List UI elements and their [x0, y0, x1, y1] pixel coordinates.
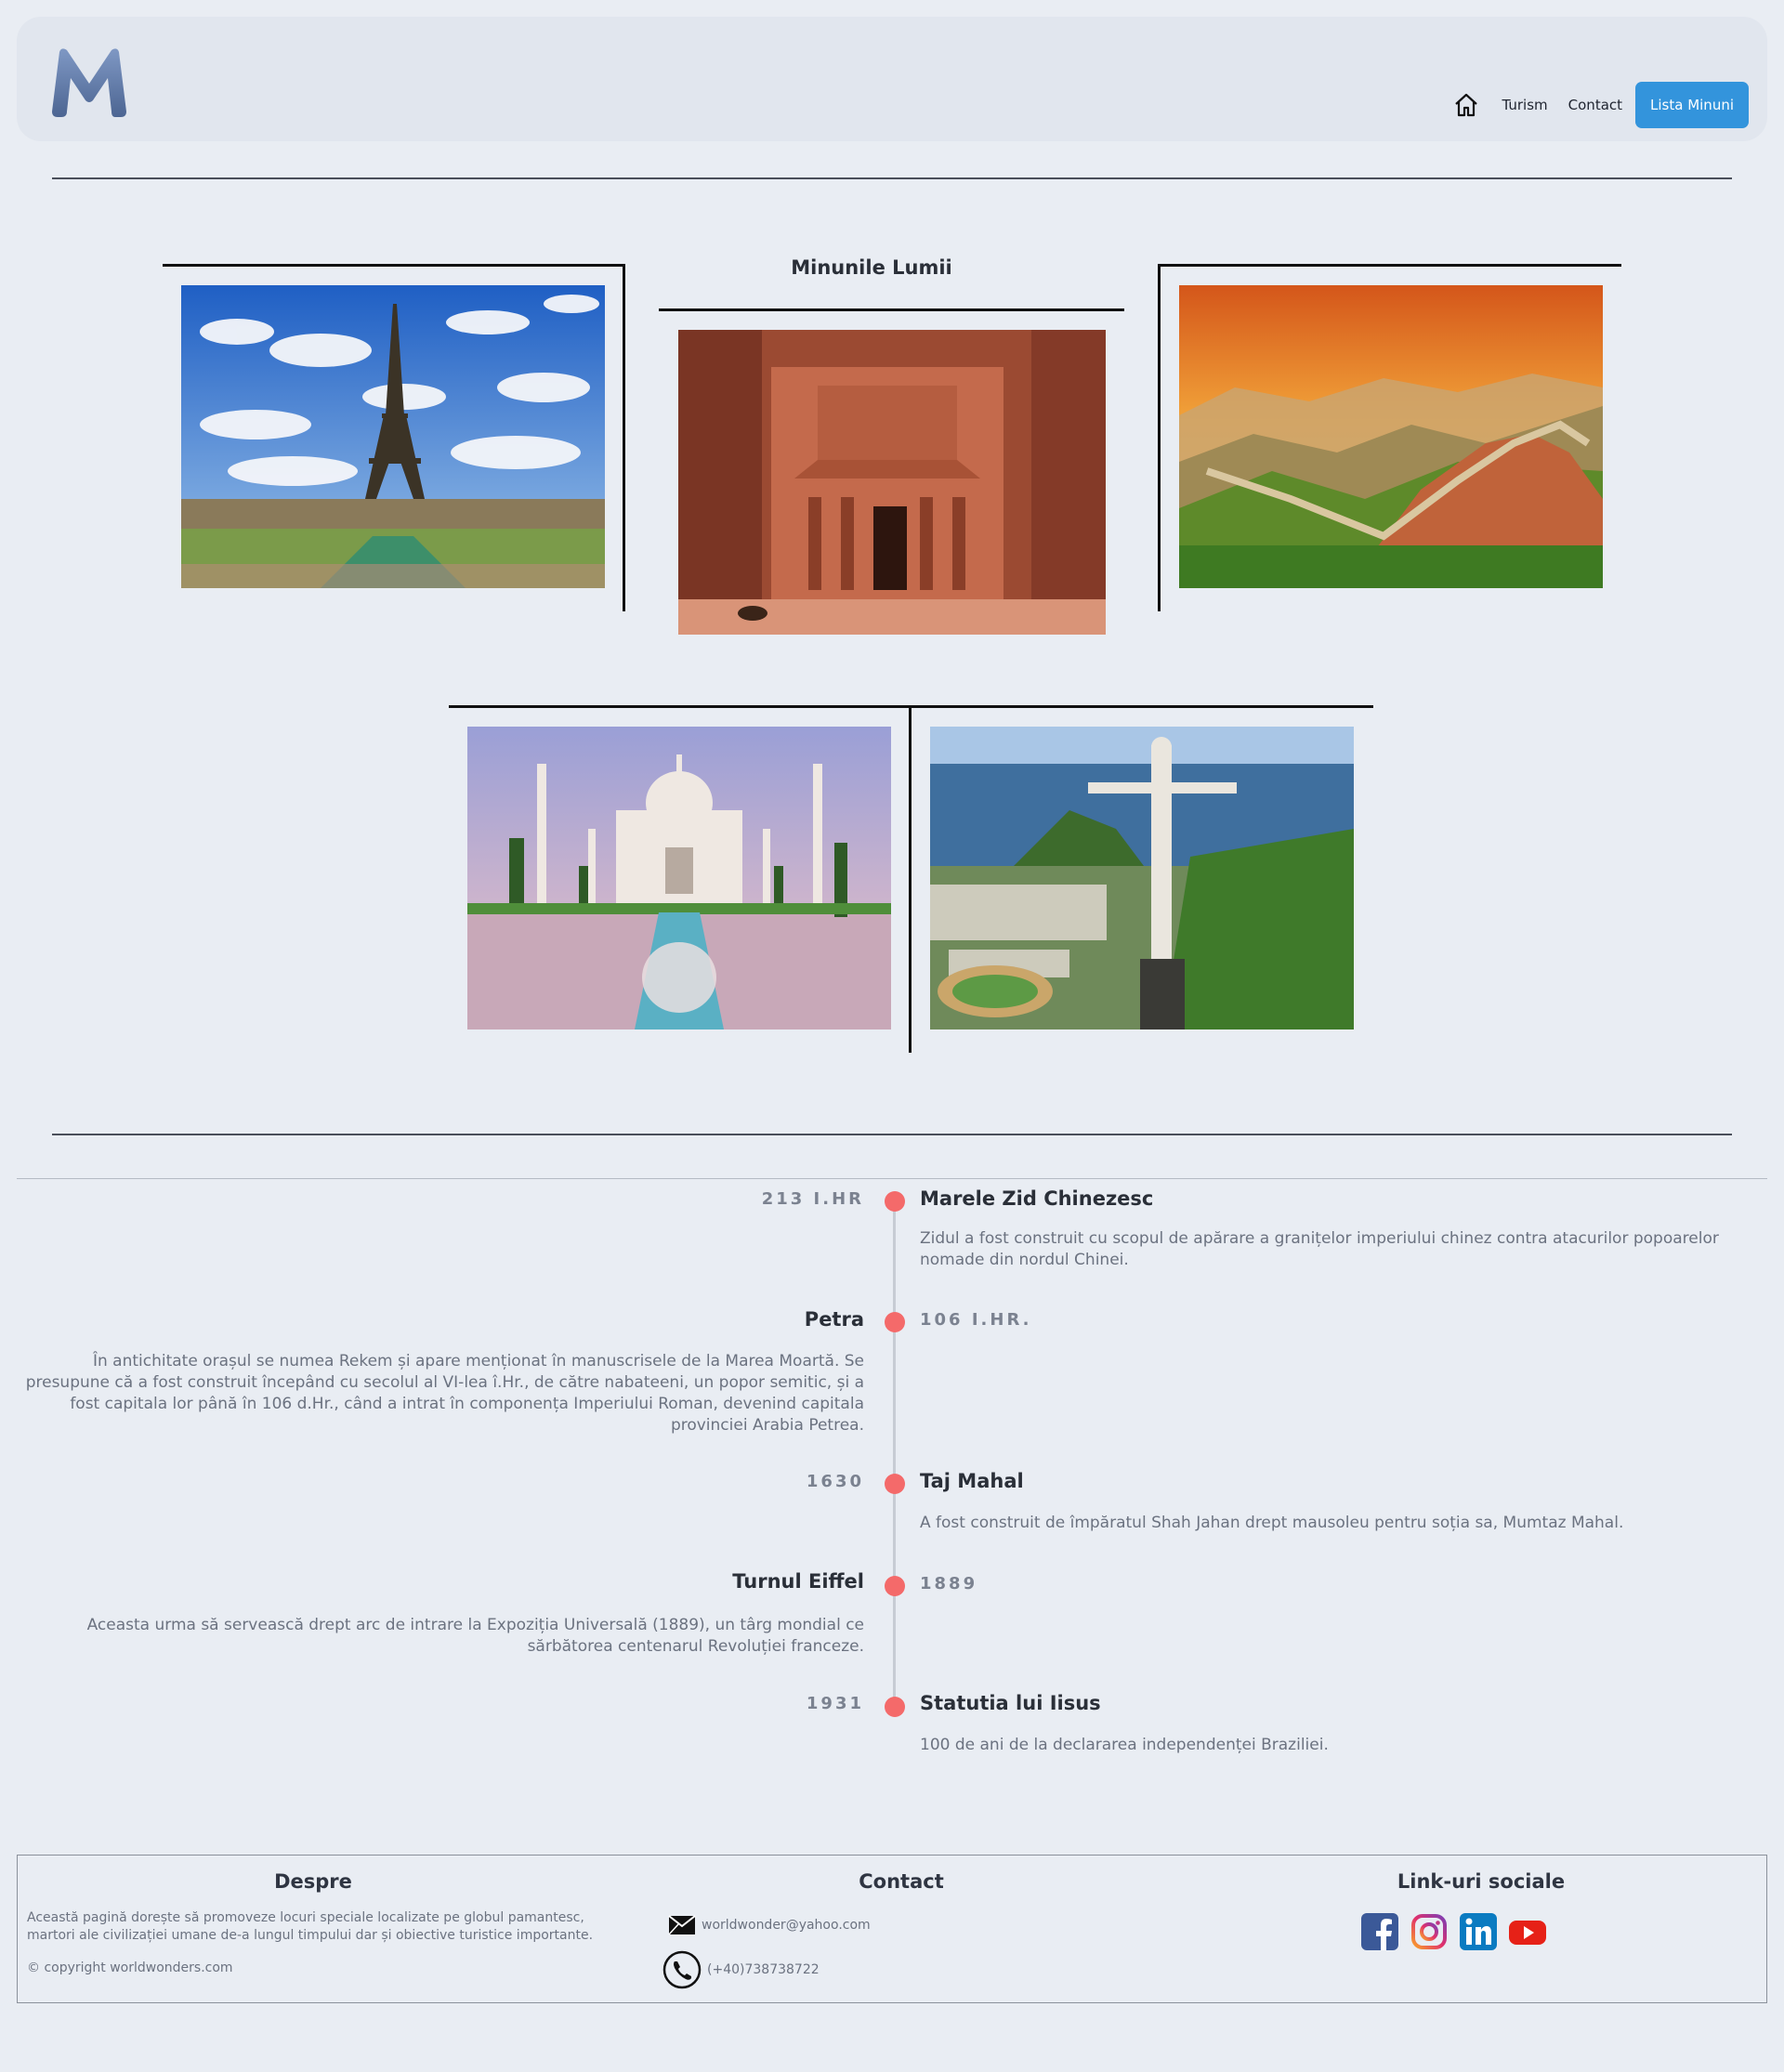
frame-line	[1158, 264, 1621, 267]
divider-top	[52, 177, 1732, 179]
timeline-date: 106 I.HR.	[920, 1310, 1032, 1330]
timeline-dot	[885, 1191, 905, 1212]
footer-social-title: Link-uri sociale	[1397, 1870, 1566, 1893]
christ-the-redeemer-photo[interactable]	[930, 727, 1354, 1029]
site-header: Turism Contact Lista Minuni	[17, 17, 1767, 141]
lista-minuni-button[interactable]: Lista Minuni	[1635, 82, 1749, 128]
timeline-text: Aceasta urma să servească drept arc de i…	[86, 1616, 864, 1656]
timeline-text: A fost construit de împăratul Shah Jahan…	[920, 1514, 1624, 1532]
footer-phone-row[interactable]: (+40)738738722	[662, 1950, 820, 1989]
timeline-title: Turnul Eiffel	[732, 1570, 864, 1593]
footer-email[interactable]: worldwonder@yahoo.com	[702, 1918, 871, 1933]
timeline-dot	[885, 1697, 905, 1717]
footer-contact-title: Contact	[859, 1870, 944, 1893]
petra-photo[interactable]	[678, 330, 1106, 635]
timeline-dot	[885, 1312, 905, 1332]
timeline-dot	[885, 1576, 905, 1596]
timeline-axis	[893, 1193, 896, 1710]
timeline-top-line	[17, 1178, 1767, 1179]
timeline-date: 213 I.HR	[761, 1189, 864, 1209]
timeline-date: 1889	[920, 1574, 978, 1593]
site-footer: Despre Această pagină dorește să promove…	[17, 1855, 1767, 2003]
nav-contact-link[interactable]: Contact	[1568, 97, 1622, 113]
home-icon[interactable]	[1450, 89, 1482, 121]
frame-line	[659, 308, 1124, 311]
social-links	[1361, 1913, 1546, 1950]
frame-line	[1158, 264, 1161, 611]
divider-bottom	[52, 1134, 1732, 1135]
footer-about-text: Această pagină dorește să promoveze locu…	[27, 1910, 594, 1943]
frame-line	[909, 705, 912, 1053]
instagram-icon[interactable]	[1410, 1913, 1448, 1950]
frame-line	[623, 264, 625, 611]
phone-icon	[662, 1950, 702, 1989]
great-wall-photo[interactable]	[1179, 285, 1603, 588]
site-logo[interactable]	[48, 45, 130, 119]
timeline-title: Marele Zid Chinezesc	[920, 1187, 1154, 1210]
taj-mahal-photo[interactable]	[467, 727, 891, 1029]
timeline-date: 1630	[806, 1472, 864, 1491]
timeline-text: Zidul a fost construit cu scopul de apăr…	[920, 1229, 1719, 1269]
main-nav: Turism Contact Lista Minuni	[1450, 82, 1749, 128]
frame-line	[163, 264, 625, 267]
timeline-title: Statutia lui Iisus	[920, 1692, 1101, 1714]
timeline-title: Taj Mahal	[920, 1470, 1024, 1492]
nav-turism-link[interactable]: Turism	[1502, 97, 1548, 113]
linkedin-icon[interactable]	[1460, 1913, 1497, 1950]
youtube-icon[interactable]	[1509, 1913, 1546, 1950]
gallery-title: Minunile Lumii	[791, 256, 952, 279]
footer-email-row[interactable]: worldwonder@yahoo.com	[668, 1915, 871, 1935]
timeline-dot	[885, 1474, 905, 1494]
timeline-title: Petra	[804, 1308, 864, 1331]
eiffel-tower-photo[interactable]	[181, 285, 605, 588]
footer-about-title: Despre	[274, 1870, 352, 1893]
timeline-text: În antichitate orașul se numea Rekem și …	[25, 1352, 864, 1435]
footer-phone[interactable]: (+40)738738722	[707, 1962, 820, 1977]
envelope-icon	[668, 1915, 696, 1935]
footer-copyright: © copyright worldwonders.com	[27, 1961, 233, 1975]
timeline-text: 100 de ani de la declararea independențe…	[920, 1736, 1329, 1754]
facebook-icon[interactable]	[1361, 1913, 1398, 1950]
timeline-date: 1931	[806, 1694, 864, 1713]
